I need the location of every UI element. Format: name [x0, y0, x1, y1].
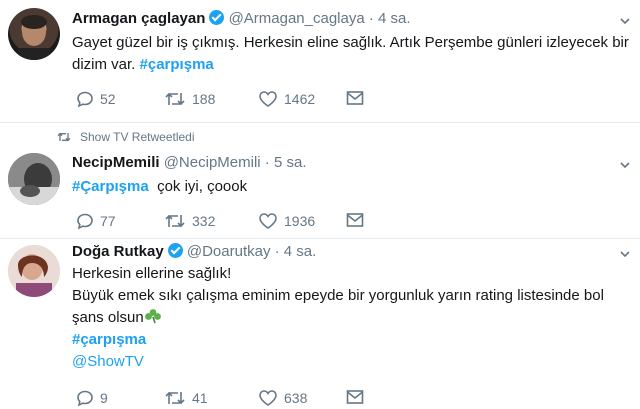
handle[interactable]: @NecipMemili	[164, 154, 261, 171]
mention-link[interactable]: @ShowTV	[72, 353, 144, 370]
reply-count: 77	[100, 213, 116, 229]
direct-message-button[interactable]	[346, 90, 364, 106]
retweet-banner: Show TV Retweetledi	[56, 130, 195, 144]
tweet-text-line: @ShowTV	[72, 351, 632, 373]
tweet-text-span: şans olsun	[72, 309, 144, 326]
tweet-header: Doğa Rutkay @Doarutkay · 4 sa.	[72, 243, 316, 260]
timestamp[interactable]: 4 sa.	[378, 10, 411, 27]
tweet-text-line: Gayet güzel bir iş çıkmış. Herkesin elin…	[72, 34, 629, 51]
heart-icon	[259, 213, 277, 229]
like-button[interactable]: 1936	[258, 212, 315, 230]
tweet-actions: 77 332 1936	[76, 212, 376, 232]
tweet-text-line: #çarpışma	[72, 329, 632, 351]
tweet-text: Herkesin ellerine sağlık! Büyük emek sık…	[72, 263, 632, 373]
tweet-text-line: Büyük emek sıkı çalışma eminim epeyde bi…	[72, 287, 604, 304]
retweet-count: 41	[192, 390, 208, 406]
heart-icon	[259, 91, 277, 107]
handle[interactable]: @Doarutkay	[187, 243, 271, 260]
like-count: 1936	[284, 213, 316, 229]
user-avatar-icon	[8, 245, 60, 297]
envelope-icon	[346, 91, 364, 105]
hashtag-link[interactable]: #çarpışma	[72, 331, 146, 348]
heart-icon	[259, 390, 277, 406]
chevron-down-icon[interactable]	[620, 16, 630, 26]
tweet-text-line: şans olsun	[72, 307, 632, 329]
like-button[interactable]: 638	[258, 389, 307, 407]
retweet-button[interactable]: 41	[164, 389, 208, 407]
reply-icon	[77, 91, 93, 108]
avatar[interactable]	[8, 8, 60, 60]
reply-icon	[77, 390, 93, 407]
verified-badge-icon	[167, 243, 183, 258]
like-count: 638	[284, 390, 308, 406]
user-avatar-icon	[18, 15, 50, 60]
tweet-text: Gayet güzel bir iş çıkmış. Herkesin elin…	[72, 32, 632, 76]
display-name[interactable]: Doğa Rutkay	[72, 243, 164, 260]
retweet-count: 332	[192, 213, 216, 229]
separator-dot: ·	[274, 243, 280, 260]
chevron-down-icon[interactable]	[620, 249, 630, 259]
verified-badge-icon	[209, 10, 225, 25]
hashtag-link[interactable]: #çarpışma	[140, 56, 214, 73]
retweet-count: 188	[192, 91, 216, 107]
retweeted-by-label[interactable]: Show TV Retweetledi	[80, 130, 195, 144]
tweet-text-line: dizim var. #çarpışma	[72, 54, 632, 76]
retweet-icon	[165, 391, 185, 405]
tweet-header: NecipMemili @NecipMemili · 5 sa.	[72, 154, 307, 171]
direct-message-button[interactable]	[346, 389, 364, 405]
tweet-2: Show TV Retweetledi NecipMemili @NecipMe…	[0, 123, 640, 238]
tweet-text-span: çok iyi, çoook	[157, 178, 248, 195]
tweet-text-span: dizim var.	[72, 56, 136, 73]
reply-button[interactable]: 52	[76, 90, 116, 108]
tweet-1: Armagan çaglayan @Armagan_caglaya · 4 sa…	[0, 0, 640, 122]
tweet-3: Doğa Rutkay @Doarutkay · 4 sa. Herkesin …	[0, 239, 640, 409]
tweet-header: Armagan çaglayan @Armagan_caglaya · 4 sa…	[72, 10, 411, 27]
retweet-button[interactable]: 188	[164, 90, 215, 108]
separator-dot: ·	[264, 154, 270, 171]
display-name[interactable]: Armagan çaglayan	[72, 10, 205, 27]
chevron-down-icon[interactable]	[620, 160, 630, 170]
reply-button[interactable]: 77	[76, 212, 116, 230]
user-avatar-icon	[8, 153, 60, 205]
envelope-icon	[346, 213, 364, 227]
shamrock-icon	[144, 309, 161, 324]
reply-button[interactable]: 9	[76, 389, 108, 407]
like-count: 1462	[284, 91, 316, 107]
retweet-icon	[57, 132, 71, 142]
retweet-icon	[165, 214, 185, 228]
separator-dot: ·	[368, 10, 374, 27]
direct-message-button[interactable]	[346, 212, 364, 228]
reply-count: 52	[100, 91, 116, 107]
reply-icon	[77, 213, 93, 230]
avatar[interactable]	[8, 245, 60, 297]
handle[interactable]: @Armagan_caglaya	[229, 10, 365, 27]
retweet-button[interactable]: 332	[164, 212, 215, 230]
tweet-text: #Çarpışma çok iyi, çoook	[72, 176, 632, 198]
display-name[interactable]: NecipMemili	[72, 154, 160, 171]
envelope-icon	[346, 390, 364, 404]
hashtag-link[interactable]: #Çarpışma	[72, 178, 149, 195]
tweet-actions: 52 188 1462	[76, 90, 376, 110]
tweet-text-line: Herkesin ellerine sağlık!	[72, 265, 232, 282]
like-button[interactable]: 1462	[258, 90, 315, 108]
retweet-icon	[165, 92, 185, 106]
avatar[interactable]	[8, 153, 60, 205]
reply-count: 9	[100, 390, 108, 406]
tweet-actions: 9 41 638	[76, 389, 376, 409]
timestamp[interactable]: 5 sa.	[274, 154, 307, 171]
timestamp[interactable]: 4 sa.	[284, 243, 317, 260]
